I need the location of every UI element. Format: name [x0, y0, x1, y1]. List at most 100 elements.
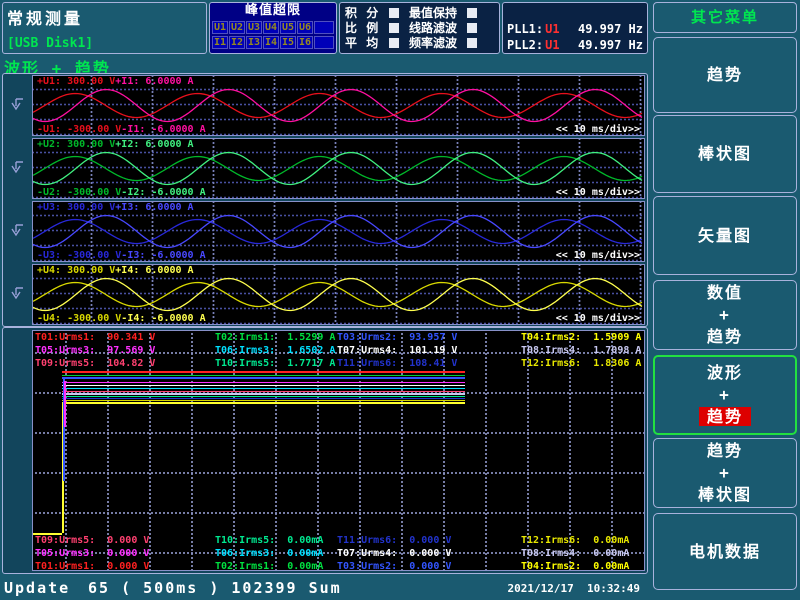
- trend-legend-entry-zero: T09:Urms5: 0.000 V: [35, 535, 149, 546]
- waveform-channel-3: +U3: 300.00 V+I3: 6.0000 A-U3: -300.00 V…: [32, 201, 645, 262]
- menu-item-line: +: [719, 304, 731, 326]
- u-min-label: -U2: -300.00 V: [37, 187, 121, 198]
- trend-trace-riser: [64, 381, 66, 427]
- menu-item-line: 电机数据: [689, 541, 761, 563]
- timebase-label: << 10 ms/div>>: [556, 250, 640, 261]
- menu-item-wave-trend[interactable]: 波形+趋势: [653, 355, 797, 435]
- peak-cell-U3: U3: [246, 21, 262, 34]
- timebase-label: << 10 ms/div>>: [556, 313, 640, 324]
- u-max-label: +U2: 300.00 V: [37, 139, 115, 150]
- zero-position-arrow-icon: [10, 97, 25, 113]
- power-analyzer-screen: 常规测量 [USB Disk1] 峰值超限 U1U2U3U4U5U6 I1I2I…: [0, 0, 800, 600]
- menu-item-line: 趋势: [707, 440, 743, 462]
- trend-legend-entry-zero: T12:Irms6: 0.00mA: [521, 535, 629, 546]
- menu-item-numeric-trend[interactable]: 数值+趋势: [653, 280, 797, 350]
- peak-cell-I5: I5: [280, 36, 296, 49]
- measure-toggles-panel: 积 分最值保持比 例线路滤波平 均 频率滤波: [339, 2, 500, 54]
- trend-legend-entry: T09:Urms5: 104.82 V: [35, 358, 155, 369]
- peak-overlimit-title: 峰值超限: [210, 3, 336, 19]
- toggle-row: 比 例线路滤波: [340, 20, 499, 35]
- pll-panel: PLL1:U1 49.997 HzPLL2:U1 49.997 Hz: [502, 2, 648, 54]
- pll2-label: PLL2:: [507, 37, 543, 53]
- trend-legend-entry-zero: T11:Urms6: 0.000 V: [337, 535, 451, 546]
- toggle-row: 积 分最值保持: [340, 5, 499, 20]
- trend-legend-entry: T12:Irms6: 1.8306 A: [521, 358, 641, 369]
- menu-item-line: +: [719, 384, 731, 406]
- trend-panel: T01:Urms1: 90.341 VT02:Irms1: 1.5299 AT0…: [2, 327, 648, 574]
- peak-cell-I1: I1: [212, 36, 228, 49]
- trend-legend-entry-zero: T05:Urms3: 0.000 V: [35, 548, 149, 559]
- waveform-channel-1: +U1: 300.00 V+I1: 6.0000 A-U1: -300.00 V…: [32, 75, 645, 136]
- menu-item-vector-diagram[interactable]: 矢量图: [653, 196, 797, 275]
- menu-item-line: 趋势: [699, 406, 751, 428]
- toggle-freq-filter-label: 频率滤波: [409, 34, 463, 51]
- menu-item-trend-bar-graph[interactable]: 趋势+棒状图: [653, 438, 797, 508]
- update-counter: 65 ( 500ms ) 102399 Sum: [88, 579, 342, 597]
- menu-item-line: 矢量图: [698, 225, 752, 247]
- toggle-average-label: 平 均: [345, 34, 385, 51]
- toggle-row: 平 均 频率滤波: [340, 35, 499, 50]
- trend-legend-entry-zero: T02:Irms1: 0.00mA: [215, 561, 323, 572]
- u-min-label: -U4: -300.00 V: [37, 313, 121, 324]
- trend-trace: [62, 400, 465, 402]
- waveform-panel: +U1: 300.00 V+I1: 6.0000 A-U1: -300.00 V…: [2, 73, 648, 327]
- i-max-label: +I3: 6.0000 A: [115, 202, 193, 213]
- channel-scale-top: +U3: 300.00 V+I3: 6.0000 A: [37, 202, 194, 213]
- trend-legend-entry-zero: T07:Urms4: 0.000 V: [337, 548, 451, 559]
- toggle-line-filter-checkbox: [467, 23, 477, 33]
- trend-legend-entry: T03:Urms2: 93.957 V: [337, 332, 457, 343]
- trend-legend-entry-zero: T08:Irms4: 0.00mA: [521, 548, 629, 559]
- i-min-label: -I4: -6.0000 A: [121, 313, 205, 324]
- u-max-label: +U3: 300.00 V: [37, 202, 115, 213]
- i-max-label: +I1: 6.0000 A: [115, 76, 193, 87]
- trend-trace: [62, 377, 465, 379]
- pll1-source: U1: [545, 21, 559, 37]
- status-bar: Update 65 ( 500ms ) 102399 Sum 2021/12/1…: [0, 575, 652, 600]
- menu-item-bar-graph[interactable]: 棒状图: [653, 115, 797, 193]
- peak-cell-I4: I4: [263, 36, 279, 49]
- usb-disk-label: [USB Disk1]: [7, 36, 93, 51]
- channel-scale-bottom: -U4: -300.00 V-I4: -6.0000 A: [37, 313, 206, 324]
- channel-scale-top: +U4: 300.00 V+I4: 6.0000 A: [37, 265, 194, 276]
- u-max-label: +U1: 300.00 V: [37, 76, 115, 87]
- trend-trace: [62, 391, 465, 393]
- trend-legend-entry: T02:Irms1: 1.5299 A: [215, 332, 335, 343]
- peak-cell-U4: U4: [263, 21, 279, 34]
- toggle-integration-checkbox: [389, 8, 399, 18]
- trend-legend-entry-zero: T03:Urms2: 0.000 V: [337, 561, 451, 572]
- trend-legend-entry: T11:Urms6: 108.41 V: [337, 358, 457, 369]
- mode-title: 常规测量: [7, 5, 83, 29]
- pll2-row: PLL2:U1 49.997 Hz: [503, 37, 647, 53]
- zero-position-arrow-icon: [10, 223, 25, 239]
- trend-legend-entry: T01:Urms1: 90.341 V: [35, 332, 155, 343]
- channel-scale-top: +U1: 300.00 V+I1: 6.0000 A: [37, 76, 194, 87]
- pll2-source: U1: [545, 37, 559, 53]
- trend-legend-entry: T08:Irms4: 1.7098 A: [521, 345, 641, 356]
- trend-legend-entry: T07:Urms4: 101.19 V: [337, 345, 457, 356]
- trend-trace: [62, 371, 465, 373]
- i-min-label: -I2: -6.0000 A: [121, 187, 205, 198]
- toggle-average-checkbox: [389, 38, 399, 48]
- trend-trace: [62, 402, 465, 404]
- timebase-label: << 10 ms/div>>: [556, 187, 640, 198]
- trend-legend-entry: T05:Urms3: 97.569 V: [35, 345, 155, 356]
- trend-trace: [62, 388, 465, 390]
- menu-item-motor-data[interactable]: 电机数据: [653, 513, 797, 590]
- menu-item-trend[interactable]: 趋势: [653, 37, 797, 113]
- menu-item-line: +: [719, 462, 731, 484]
- peak-cell-U1: U1: [212, 21, 228, 34]
- waveform-channel-2: +U2: 300.00 V+I2: 6.0000 A-U2: -300.00 V…: [32, 138, 645, 199]
- menu-item-line: 趋势: [707, 326, 743, 348]
- update-label: Update: [4, 579, 70, 597]
- pll2-frequency: 49.997 Hz: [578, 37, 643, 53]
- peak-cell-I6: I6: [297, 36, 313, 49]
- peak-overlimit-panel: 峰值超限 U1U2U3U4U5U6 I1I2I3I4I5I6: [209, 2, 337, 54]
- i-min-label: -I3: -6.0000 A: [121, 250, 205, 261]
- toggle-ratio-checkbox: [389, 23, 399, 33]
- peak-cell-I3: I3: [246, 36, 262, 49]
- trend-legend-entry: T06:Irms3: 1.6502 A: [215, 345, 335, 356]
- trend-trace: [62, 393, 465, 395]
- trend-plot: T01:Urms1: 90.341 VT02:Irms1: 1.5299 AT0…: [32, 330, 645, 571]
- zero-position-arrow-icon: [10, 160, 25, 176]
- pll1-label: PLL1:: [507, 21, 543, 37]
